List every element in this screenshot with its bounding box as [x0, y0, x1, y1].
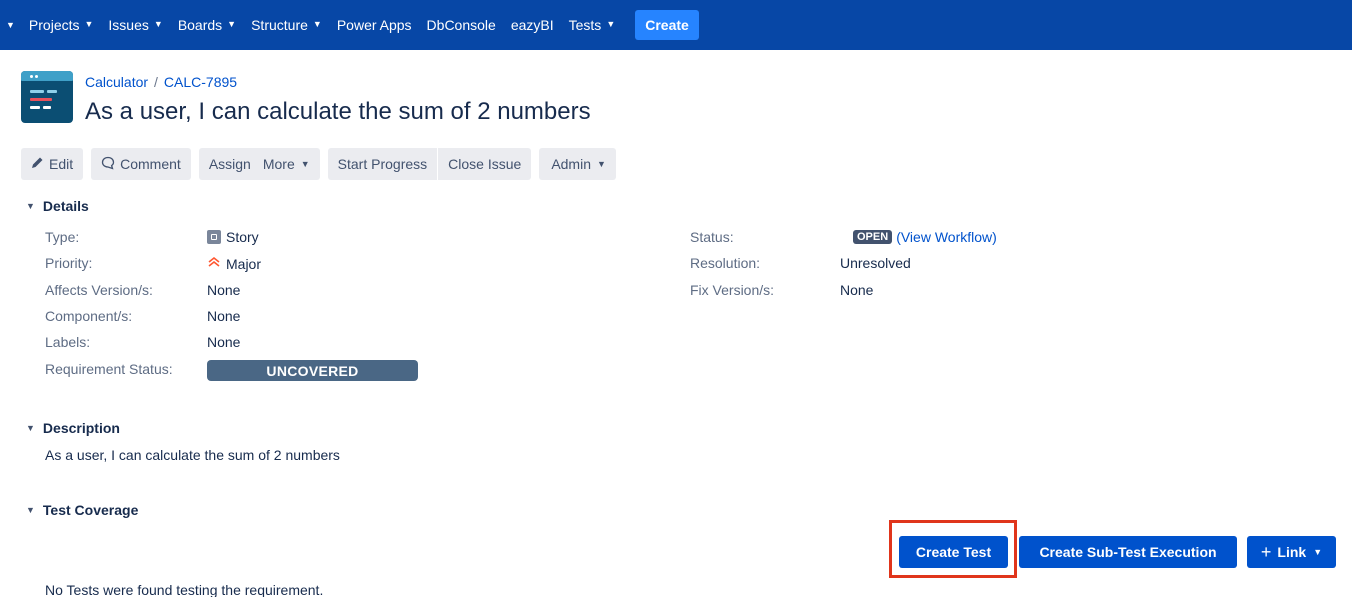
nav-eazybi[interactable]: eazyBI	[511, 17, 554, 33]
chevron-down-icon: ▼	[606, 19, 616, 29]
comment-button[interactable]: Comment	[91, 148, 191, 180]
nav-tests-label: Tests	[568, 17, 602, 33]
description-text: As a user, I can calculate the sum of 2 …	[45, 447, 340, 463]
chevron-down-icon: ▼	[597, 159, 606, 169]
nav-boards-label: Boards	[177, 17, 223, 33]
nav-dbconsole-label: DbConsole	[426, 17, 496, 33]
issue-toolbar: Edit Comment Assign More ▼ Start Progres…	[21, 148, 616, 180]
more-button[interactable]: More ▼	[256, 148, 320, 180]
priority-label: Priority:	[45, 255, 93, 271]
requirement-status-badge: UNCOVERED	[207, 360, 418, 381]
issue-title: As a user, I can calculate the sum of 2 …	[85, 98, 591, 125]
no-tests-message: No Tests were found testing the requirem…	[45, 582, 324, 597]
type-value: Story	[207, 229, 259, 245]
chevron-down-icon: ▼	[26, 505, 35, 515]
details-section-toggle[interactable]: ▼ Details	[26, 198, 89, 214]
nav-structure-label: Structure	[251, 17, 308, 33]
plus-icon: +	[1260, 542, 1272, 562]
edit-button[interactable]: Edit	[21, 148, 84, 180]
test-coverage-section-toggle[interactable]: ▼ Test Coverage	[26, 502, 138, 518]
priority-major-icon	[207, 255, 221, 272]
assign-button[interactable]: Assign	[198, 148, 257, 180]
labels-value: None	[207, 334, 241, 350]
pencil-icon	[31, 156, 44, 172]
status-value: OPEN (View Workflow)	[853, 229, 997, 245]
test-coverage-heading: Test Coverage	[42, 502, 139, 518]
priority-value: Major	[207, 255, 261, 272]
nav-power-apps-label: Power Apps	[336, 17, 412, 33]
nav-power-apps[interactable]: Power Apps	[337, 17, 412, 33]
status-badge: OPEN	[853, 230, 893, 244]
chevron-down-icon[interactable]: ▼	[6, 20, 15, 30]
create-test-button[interactable]: Create Test	[899, 536, 1008, 568]
affects-version-label: Affects Version/s:	[45, 282, 153, 298]
project-avatar-icon[interactable]	[21, 71, 73, 123]
story-icon	[207, 230, 221, 244]
more-button-label: More	[262, 156, 295, 172]
status-label: Status:	[690, 229, 734, 245]
link-button[interactable]: + Link ▼	[1247, 536, 1336, 568]
breadcrumb: Calculator / CALC-7895	[85, 74, 237, 90]
affects-version-value: None	[207, 282, 241, 298]
type-label: Type:	[45, 229, 80, 245]
requirement-status-label: Requirement Status:	[45, 361, 173, 377]
labels-label: Labels:	[45, 334, 91, 350]
admin-button-label: Admin	[551, 156, 591, 172]
details-heading: Details	[42, 198, 89, 214]
resolution-label: Resolution:	[690, 255, 761, 271]
chevron-down-icon: ▼	[300, 159, 310, 169]
nav-projects[interactable]: Projects ▼	[29, 17, 94, 33]
edit-button-label: Edit	[49, 156, 74, 172]
nav-eazybi-label: eazyBI	[510, 17, 554, 33]
chevron-down-icon: ▼	[26, 201, 35, 211]
top-navigation: ▼ Projects ▼ Issues ▼ Boards ▼ Structure ▼ P…	[0, 0, 1352, 50]
admin-button[interactable]: Admin ▼	[539, 148, 616, 180]
nav-boards[interactable]: Boards ▼	[178, 17, 236, 33]
fix-version-value: None	[840, 282, 874, 298]
component-label: Component/s:	[45, 308, 133, 324]
chevron-down-icon: ▼	[26, 423, 35, 433]
description-section-toggle[interactable]: ▼ Description	[26, 420, 120, 436]
chevron-down-icon: ▼	[84, 19, 94, 29]
breadcrumb-separator: /	[154, 74, 158, 90]
fix-version-label: Fix Version/s:	[690, 282, 775, 298]
create-sub-test-execution-button[interactable]: Create Sub-Test Execution	[1019, 536, 1237, 568]
start-progress-button[interactable]: Start Progress	[327, 148, 439, 180]
component-value: None	[207, 308, 241, 324]
type-value-text: Story	[226, 229, 259, 245]
nav-tests[interactable]: Tests ▼	[569, 17, 616, 33]
nav-issues-label: Issues	[108, 17, 149, 33]
priority-value-text: Major	[226, 255, 262, 272]
nav-issues[interactable]: Issues ▼	[108, 17, 162, 33]
nav-projects-label: Projects	[28, 17, 80, 33]
description-heading: Description	[42, 420, 120, 436]
chevron-down-icon: ▼	[1313, 547, 1323, 557]
create-button[interactable]: Create	[635, 10, 699, 40]
link-button-label: Link	[1277, 544, 1307, 560]
view-workflow-link[interactable]: (View Workflow)	[896, 229, 997, 245]
chevron-down-icon: ▼	[153, 19, 163, 29]
comment-icon	[101, 156, 115, 173]
breadcrumb-project-link[interactable]: Calculator	[85, 74, 148, 90]
nav-structure[interactable]: Structure ▼	[251, 17, 322, 33]
resolution-value: Unresolved	[840, 255, 911, 271]
close-issue-button[interactable]: Close Issue	[438, 148, 532, 180]
comment-button-label: Comment	[120, 156, 181, 172]
chevron-down-icon: ▼	[227, 19, 237, 29]
nav-dbconsole[interactable]: DbConsole	[427, 17, 496, 33]
chevron-down-icon: ▼	[312, 19, 322, 29]
breadcrumb-issue-key-link[interactable]: CALC-7895	[164, 74, 237, 90]
